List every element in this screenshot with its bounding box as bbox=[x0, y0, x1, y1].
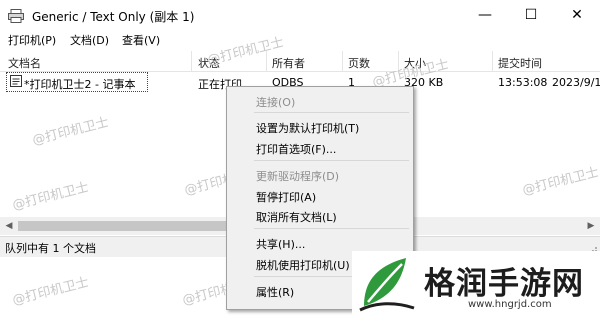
close-button[interactable]: ✕ bbox=[554, 0, 600, 30]
logo-name: 格润手游网 bbox=[424, 266, 584, 302]
logo-url: www.hngrjd.com bbox=[468, 299, 552, 310]
menu-item-use-offline[interactable]: 脱机使用打印机(U) bbox=[256, 257, 350, 273]
printer-icon bbox=[8, 9, 24, 23]
menu-item-set-default[interactable]: 设置为默认打印机(T) bbox=[256, 120, 359, 136]
column-header-owner[interactable]: 所有者 bbox=[272, 55, 305, 71]
document-icon bbox=[10, 75, 22, 87]
menu-item-cancel-all[interactable]: 取消所有文档(L) bbox=[256, 209, 337, 225]
menu-view[interactable]: 查看(V) bbox=[122, 32, 160, 48]
watermark-text: @打印机卫士 bbox=[30, 115, 111, 149]
column-header-pages[interactable]: 页数 bbox=[348, 55, 370, 71]
menu-separator bbox=[254, 112, 409, 113]
menu-item-pause[interactable]: 暂停打印(A) bbox=[256, 189, 316, 205]
column-divider[interactable] bbox=[191, 51, 192, 71]
menu-separator bbox=[254, 228, 409, 229]
scroll-left-icon[interactable]: ◀ bbox=[0, 217, 18, 235]
cell-time: 13:53:08 bbox=[498, 76, 548, 89]
scroll-right-icon[interactable]: ▶ bbox=[582, 217, 600, 235]
menu-item-update-driver[interactable]: 更新驱动程序(D) bbox=[256, 168, 339, 184]
menu-item-share[interactable]: 共享(H)... bbox=[256, 236, 305, 252]
leaf-logo-icon bbox=[359, 258, 415, 312]
column-header-document-name[interactable]: 文档名 bbox=[8, 55, 41, 71]
maximize-button[interactable]: ☐ bbox=[508, 0, 554, 30]
minimize-button[interactable]: — bbox=[462, 0, 508, 30]
menu-document[interactable]: 文档(D) bbox=[70, 32, 109, 48]
menu-printer[interactable]: 打印机(P) bbox=[8, 32, 56, 48]
column-divider[interactable] bbox=[492, 51, 493, 71]
watermark-text: @打印机卫士 bbox=[10, 275, 91, 309]
menu-item-properties[interactable]: 属性(R) bbox=[256, 284, 294, 300]
window-title: Generic / Text Only (副本 1) bbox=[32, 10, 195, 24]
column-header-submitted[interactable]: 提交时间 bbox=[498, 55, 542, 71]
column-divider[interactable] bbox=[342, 51, 343, 71]
cell-date: 2023/9/1 bbox=[552, 76, 600, 89]
watermark-text: @打印机卫士 bbox=[520, 165, 600, 199]
menu-item-connect[interactable]: 连接(O) bbox=[256, 94, 295, 110]
cell-document-name: *打印机卫士2 - 记事本 bbox=[24, 78, 136, 91]
queue-status: 队列中有 1 个文档 bbox=[5, 242, 96, 255]
watermark-text: @打印机卫士 bbox=[10, 180, 91, 214]
menu-separator bbox=[254, 160, 409, 161]
menu-item-preferences[interactable]: 打印首选项(F)... bbox=[256, 141, 336, 157]
